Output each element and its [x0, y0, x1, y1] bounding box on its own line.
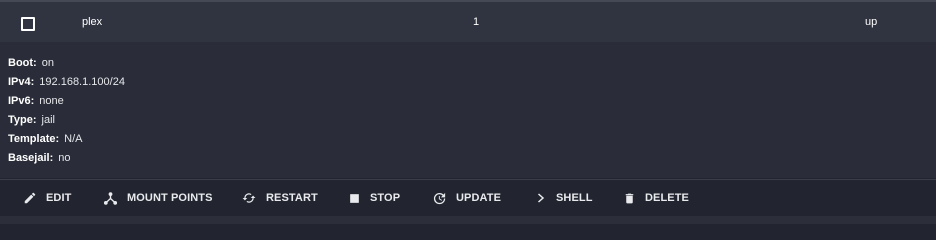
- action-bar: EDIT MOUNT POINTS RESTART STOP UPDATE SH…: [0, 179, 936, 216]
- detail-key: IPv6:: [8, 95, 35, 107]
- detail-key: IPv4:: [8, 76, 35, 88]
- detail-ipv6: IPv6: none: [8, 95, 64, 107]
- detail-key: Boot:: [8, 57, 37, 69]
- detail-value: on: [41, 57, 54, 69]
- edit-label: EDIT: [46, 192, 72, 204]
- shell-button[interactable]: SHELL: [535, 180, 593, 216]
- mount-points-icon: [103, 191, 118, 205]
- trash-icon: [625, 193, 634, 203]
- stop-label: STOP: [370, 192, 401, 204]
- bottom-divider: [0, 216, 936, 224]
- detail-key: Basejail:: [8, 152, 54, 164]
- restart-button[interactable]: RESTART: [241, 180, 318, 216]
- restart-icon: [242, 193, 256, 203]
- detail-key: Template:: [8, 133, 60, 145]
- jail-name: plex: [82, 16, 103, 28]
- stop-icon: [350, 193, 359, 203]
- jail-state: up: [865, 16, 878, 28]
- jail-details: Boot: on IPv4: 192.168.1.100/24 IPv6: none …: [0, 42, 936, 178]
- stop-button[interactable]: STOP: [348, 180, 400, 216]
- jail-row[interactable]: plex 1 up: [0, 2, 936, 42]
- detail-key: Type:: [8, 114, 37, 126]
- detail-value: jail: [41, 114, 55, 126]
- detail-boot: Boot: on: [8, 57, 54, 69]
- detail-value: none: [39, 95, 64, 107]
- update-icon: [433, 192, 446, 204]
- delete-label: DELETE: [645, 192, 689, 204]
- detail-type: Type: jail: [8, 114, 55, 126]
- restart-label: RESTART: [266, 192, 318, 204]
- mount-points-label: MOUNT POINTS: [127, 192, 213, 204]
- detail-basejail: Basejail: no: [8, 152, 71, 164]
- shell-label: SHELL: [556, 192, 593, 204]
- detail-template: Template: N/A: [8, 133, 82, 145]
- detail-value: no: [58, 152, 71, 164]
- update-button[interactable]: UPDATE: [432, 180, 501, 216]
- mount-points-button[interactable]: MOUNT POINTS: [103, 180, 213, 216]
- delete-button[interactable]: DELETE: [623, 180, 689, 216]
- chevron-right-icon: [538, 193, 545, 203]
- pencil-icon: [24, 192, 36, 204]
- detail-value: 192.168.1.100/24: [39, 76, 125, 88]
- detail-value: N/A: [64, 133, 83, 145]
- detail-ipv4: IPv4: 192.168.1.100/24: [8, 76, 125, 88]
- edit-button[interactable]: EDIT: [23, 180, 71, 216]
- jail-id: 1: [473, 16, 480, 28]
- update-label: UPDATE: [456, 192, 502, 204]
- row-checkbox[interactable]: [21, 17, 35, 31]
